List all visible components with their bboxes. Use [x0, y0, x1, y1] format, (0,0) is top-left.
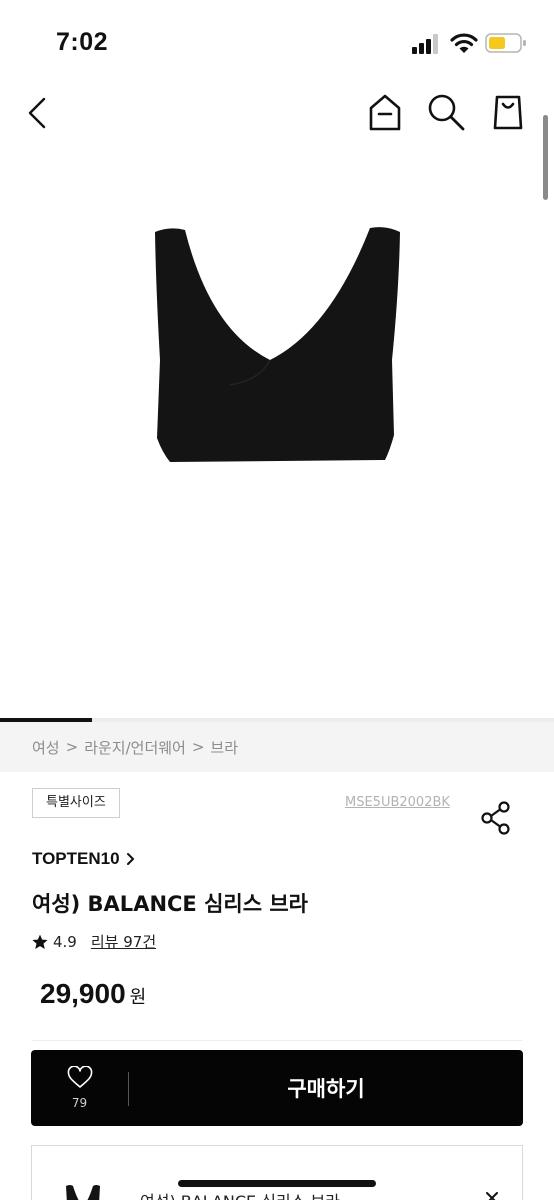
breadcrumb-separator: >: [191, 738, 205, 756]
cellular-signal-icon: [412, 34, 438, 54]
price-value: 29,900: [40, 978, 126, 1009]
heart-icon: [67, 1066, 93, 1088]
brand-name: TOPTEN10: [32, 849, 120, 868]
price-unit: 원: [129, 987, 147, 1008]
nav-bar: [0, 80, 554, 144]
back-icon[interactable]: [24, 94, 54, 132]
product-bra-image: [155, 227, 400, 462]
search-icon[interactable]: [426, 92, 466, 132]
status-bar: 7:02: [0, 0, 554, 80]
breadcrumb-item-bra[interactable]: 브라: [210, 737, 238, 758]
chevron-right-icon: [126, 853, 134, 865]
status-time: 7:02: [56, 28, 109, 56]
share-icon[interactable]: [480, 800, 512, 836]
breadcrumb-separator: >: [65, 738, 79, 756]
buy-button[interactable]: 구매하기: [129, 1050, 523, 1126]
wishlist-count: 79: [71, 1096, 88, 1110]
product-image-gallery[interactable]: [0, 150, 554, 720]
price-row: 29,900 원: [40, 978, 146, 1010]
option-title: 여성) BALANCE 심리스 브라: [140, 1188, 340, 1200]
breadcrumb-item-women[interactable]: 여성: [32, 737, 60, 758]
breadcrumb: 여성 > 라운지/언더웨어 > 브라: [0, 722, 554, 772]
review-count-link[interactable]: 리뷰 97건: [91, 931, 156, 952]
breadcrumb-item-lounge-underwear[interactable]: 라운지/언더웨어: [84, 737, 186, 758]
brand-link[interactable]: TOPTEN10: [32, 849, 135, 869]
purchase-bar: 79 구매하기: [31, 1050, 523, 1126]
wishlist-button[interactable]: 79: [31, 1050, 128, 1126]
special-size-badge: 특별사이즈: [32, 788, 120, 818]
rating-value: 4.9: [53, 932, 77, 951]
product-detail-screen: 7:02 여성 > 라운지/언더웨어 > 브라 특별사이즈 MSE5UB2002…: [0, 0, 554, 1200]
home-indicator[interactable]: [178, 1180, 376, 1187]
wifi-icon: [450, 33, 478, 53]
product-title: 여성) BALANCE 심리스 브라: [32, 892, 308, 916]
option-thumbnail: [66, 1185, 100, 1200]
rating-row: 4.9 리뷰 97건: [32, 931, 156, 952]
battery-icon: [485, 33, 526, 53]
shopping-bag-icon[interactable]: [488, 90, 528, 132]
star-icon: [32, 934, 48, 949]
option-card: 여성) BALANCE 심리스 브라: [31, 1145, 523, 1200]
close-icon[interactable]: [484, 1190, 500, 1200]
product-code: MSE5UB2002BK: [345, 795, 450, 810]
divider: [32, 1040, 522, 1041]
home-icon[interactable]: [366, 92, 404, 132]
